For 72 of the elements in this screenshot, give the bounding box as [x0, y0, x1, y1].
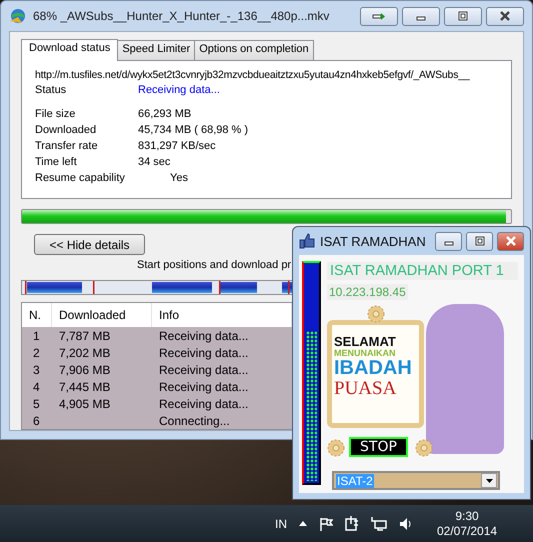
minimize-button[interactable] — [435, 232, 462, 250]
column-header[interactable]: Downloaded — [52, 303, 152, 328]
selected-text: ISAT-2 — [336, 474, 374, 488]
column-header[interactable]: N. — [22, 303, 52, 328]
table-cell-text: 3 — [32, 362, 41, 377]
dropdown-arrow-icon — [486, 478, 492, 482]
detail-value: 34 sec — [138, 156, 170, 168]
close-button[interactable] — [486, 6, 524, 26]
arrow-button[interactable] — [360, 6, 398, 26]
detail-value: 831,297 KB/sec — [138, 140, 216, 152]
ip-address: 10.223.198.45 — [327, 284, 408, 300]
detail-label: Downloaded — [35, 124, 98, 136]
table-cell-text: 1 — [32, 328, 41, 343]
banner-text: SELAMAT — [334, 335, 396, 349]
close-button[interactable] — [497, 232, 524, 250]
status-label: Status — [35, 84, 68, 98]
close-icon — [504, 236, 518, 246]
globe-icon — [9, 7, 27, 25]
segments-caption: Start positions and download pr — [137, 259, 292, 274]
clock[interactable]: 9:30 02/07/2014 — [437, 508, 498, 538]
detail-label: File size — [35, 108, 76, 120]
minimize-button[interactable] — [402, 6, 440, 26]
detail-value: 66,293 MB — [138, 108, 192, 120]
port-heading: ISAT RAMADHAN PORT 1 — [327, 262, 518, 280]
table-cell-text: Receiving data... — [158, 380, 250, 394]
thumbs-up-icon — [299, 233, 315, 249]
table-cell-text: 5 — [32, 396, 41, 411]
detail-value: 45,734 MB ( 68,98 % ) — [138, 124, 248, 136]
table-cell-text: 4,905 MB — [58, 396, 112, 411]
close-icon — [498, 11, 512, 21]
hide-details-button[interactable]: << Hide details — [34, 234, 145, 256]
language-indicator[interactable]: IN — [275, 516, 287, 530]
tab[interactable]: Speed Limiter — [117, 40, 196, 60]
tab[interactable]: Options on completion — [194, 40, 314, 60]
clock-time: 9:30 — [455, 508, 479, 524]
window-title: ISAT RAMADHAN — [320, 234, 426, 248]
detail-label: Resume capability — [35, 172, 126, 184]
table-cell-text: Receiving data... — [158, 396, 250, 411]
table-cell-text: Receiving data... — [158, 346, 250, 360]
detail-value: Yes — [169, 172, 188, 184]
maximize-button[interactable] — [444, 6, 482, 26]
maximize-icon — [456, 11, 470, 21]
window-title: 68% _AWSubs__Hunter_X_Hunter_-_136__480p...mkv — [33, 9, 330, 23]
banner-text: PUASA — [334, 379, 396, 400]
show-hidden-icons-icon[interactable] — [299, 521, 307, 526]
speaker-icon[interactable] — [399, 516, 411, 530]
arrow-icon — [372, 11, 386, 21]
table-cell-text: 6 — [32, 414, 41, 428]
table-cell-text: 4 — [32, 380, 41, 394]
banner-text: MENUNAIKAN — [334, 348, 396, 358]
detail-label: Time left — [35, 156, 78, 168]
flower-icon — [327, 439, 345, 457]
flag-icon[interactable] — [319, 516, 333, 530]
table-cell-text: 7,787 MB — [58, 328, 112, 343]
network-icon[interactable] — [371, 516, 387, 531]
table-cell-text: Connecting... — [158, 414, 231, 428]
stop-button[interactable]: STOP — [349, 437, 408, 457]
table-cell-text: 7,202 MB — [58, 346, 112, 360]
status-value: Receiving data... — [138, 84, 220, 98]
banner-text: IBADAH — [334, 358, 412, 380]
tab[interactable]: Download status — [21, 39, 118, 61]
maximize-icon — [472, 236, 486, 246]
maximize-button[interactable] — [466, 232, 493, 250]
table-cell-text: Receiving data... — [158, 328, 250, 343]
table-cell-text: 7,445 MB — [58, 380, 112, 394]
url-text: http://m.tusfiles.net/d/wykx5et2t3cvnryjb32mzvcbdueaitztzxu5yutau4zn4hxkeb5efgvf/_AWSubs__ — [35, 69, 471, 83]
clock-date: 02/07/2014 — [437, 524, 498, 538]
flower-icon — [415, 439, 433, 457]
table-cell-text: Receiving data... — [158, 362, 250, 377]
table-cell-text: 2 — [32, 346, 41, 360]
table-cell-text: 7,906 MB — [58, 362, 112, 377]
detail-label: Transfer rate — [35, 140, 99, 152]
